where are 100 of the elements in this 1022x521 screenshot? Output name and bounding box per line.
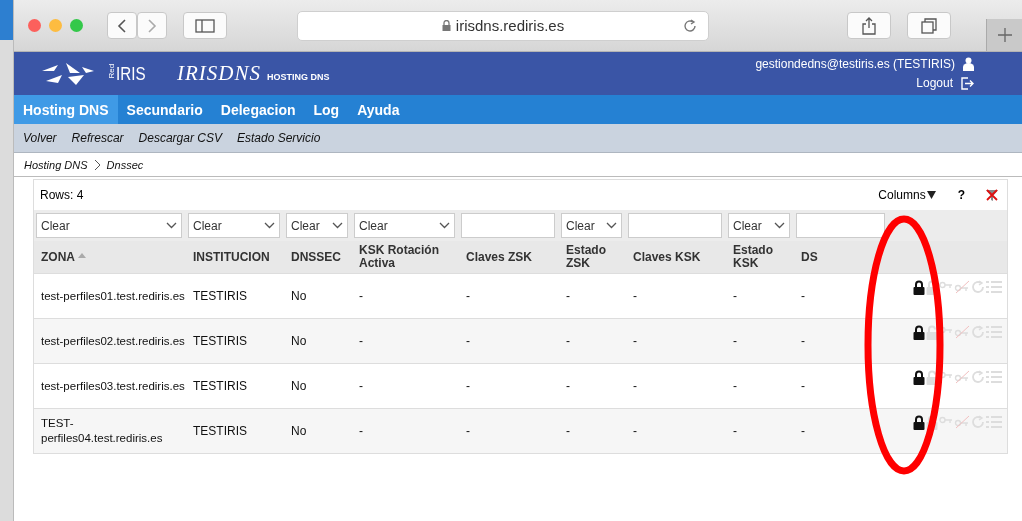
toolbar-link[interactable]: Volver: [23, 131, 57, 145]
forward-button[interactable]: [137, 12, 167, 39]
list-icon[interactable]: [986, 280, 1002, 294]
column-header[interactable]: DNSSEC: [291, 250, 341, 264]
lock-icon[interactable]: [913, 370, 925, 385]
zoom-button[interactable]: [70, 19, 83, 32]
table-cell: -: [359, 423, 363, 439]
column-header[interactable]: Estado KSK: [733, 244, 794, 270]
minimize-button[interactable]: [49, 19, 62, 32]
breadcrumb-link[interactable]: Hosting DNS: [24, 158, 88, 171]
table-cell: -: [466, 333, 470, 349]
filter-input[interactable]: [796, 213, 885, 238]
crossed-key-icon[interactable]: [954, 280, 970, 294]
filter-select[interactable]: Clear: [286, 213, 348, 238]
filter-select[interactable]: Clear: [354, 213, 455, 238]
table-cell: -: [733, 288, 737, 304]
table-cell: -: [633, 378, 637, 394]
new-tab-button[interactable]: [986, 19, 1022, 51]
toolbar-link[interactable]: Descargar CSV: [138, 131, 222, 145]
caret-icon: [439, 222, 450, 229]
share-icon: [862, 16, 876, 35]
column-header[interactable]: Claves ZSK: [466, 250, 533, 264]
filter-select[interactable]: Clear: [36, 213, 182, 238]
app-title: IRISDNS: [176, 61, 261, 86]
tabs-button[interactable]: [907, 12, 951, 39]
column-header[interactable]: KSK Rotación Activa: [359, 244, 459, 270]
table-cell: -: [566, 288, 570, 304]
table-cell: -: [466, 288, 470, 304]
lock-icon[interactable]: [913, 325, 925, 340]
back-button[interactable]: [107, 12, 137, 39]
table-cell: test-perfiles02.test.rediris.es: [41, 333, 186, 349]
table-cell: -: [359, 288, 363, 304]
column-header[interactable]: DS: [801, 250, 818, 264]
filter-select[interactable]: Clear: [561, 213, 622, 238]
list-icon[interactable]: [986, 415, 1002, 429]
filter-select[interactable]: Clear: [188, 213, 280, 238]
column-header[interactable]: Claves KSK: [633, 250, 701, 264]
menu-tab[interactable]: Log: [304, 95, 349, 124]
table-cell: No: [291, 288, 307, 304]
column-header[interactable]: Estado ZSK: [566, 244, 626, 270]
user-name: gestiondedns@testiris.es (TESTIRIS): [755, 57, 955, 71]
table-cell-text: TEST-perfiles04.test.rediris.es: [41, 416, 164, 446]
breadcrumb-link[interactable]: Dnssec: [106, 158, 144, 171]
filter-input[interactable]: [461, 213, 555, 238]
close-button[interactable]: [28, 19, 41, 32]
sidebar-button[interactable]: [183, 12, 227, 39]
table-cell: -: [733, 378, 737, 394]
menu-tab[interactable]: Secundario: [117, 95, 212, 124]
help-button[interactable]: ?: [957, 188, 965, 202]
sort-icon[interactable]: [78, 252, 86, 258]
url-text: irisdns.rediris.es: [455, 17, 565, 34]
logout-link[interactable]: Logout: [916, 76, 953, 90]
table-cell: -: [801, 333, 805, 349]
list-icon[interactable]: [986, 370, 1002, 384]
share-button[interactable]: [847, 12, 891, 39]
table-cell: -: [566, 333, 570, 349]
caret-icon: [606, 222, 617, 229]
refresh-icon[interactable]: [971, 325, 985, 339]
caret-icon: [774, 222, 785, 229]
table-cell: -: [566, 378, 570, 394]
logo-text: IRIS: [116, 62, 146, 85]
table-cell: -: [359, 333, 363, 349]
unlock-icon[interactable]: [926, 370, 938, 385]
table-cell: TESTIRIS: [193, 333, 247, 349]
refresh-icon[interactable]: [971, 370, 985, 384]
filter-input[interactable]: [628, 213, 722, 238]
menu-tab[interactable]: Ayuda: [348, 95, 409, 124]
toolbar-link[interactable]: Refrescar: [71, 131, 124, 145]
tabs-icon: [921, 17, 937, 34]
table-cell: No: [291, 423, 307, 439]
list-icon[interactable]: [986, 325, 1002, 339]
toolbar-link[interactable]: Estado Servicio: [236, 131, 321, 145]
table-cell: -: [801, 423, 805, 439]
unlock-icon[interactable]: [926, 325, 938, 340]
reload-icon[interactable]: [682, 17, 698, 34]
column-header[interactable]: INSTITUCION: [193, 250, 270, 264]
logo-icon: [40, 60, 96, 87]
crossed-key-icon[interactable]: [954, 415, 970, 429]
table-cell: No: [291, 378, 307, 394]
refresh-icon[interactable]: [971, 280, 985, 294]
table-cell: -: [801, 378, 805, 394]
table-cell: -: [466, 423, 470, 439]
clear-filter-icon[interactable]: [985, 188, 999, 202]
lock-icon[interactable]: [913, 415, 925, 430]
address-bar[interactable]: irisdns.rediris.es: [297, 10, 709, 41]
back-icon: [117, 18, 127, 33]
lock-icon: [441, 20, 451, 31]
lock-icon[interactable]: [913, 280, 925, 295]
columns-button[interactable]: Columns: [878, 188, 936, 202]
table-cell: -: [633, 288, 637, 304]
table-cell: -: [566, 423, 570, 439]
table-cell: TESTIRIS: [193, 423, 247, 439]
key-icon[interactable]: [939, 280, 953, 290]
table-cell: -: [633, 333, 637, 349]
menu-tab[interactable]: Delegacion: [211, 95, 305, 124]
key-icon[interactable]: [939, 370, 953, 380]
column-header[interactable]: ZONA: [41, 250, 75, 264]
refresh-icon[interactable]: [971, 415, 985, 429]
logout-icon[interactable]: [961, 76, 974, 90]
filter-select[interactable]: Clear: [728, 213, 790, 238]
